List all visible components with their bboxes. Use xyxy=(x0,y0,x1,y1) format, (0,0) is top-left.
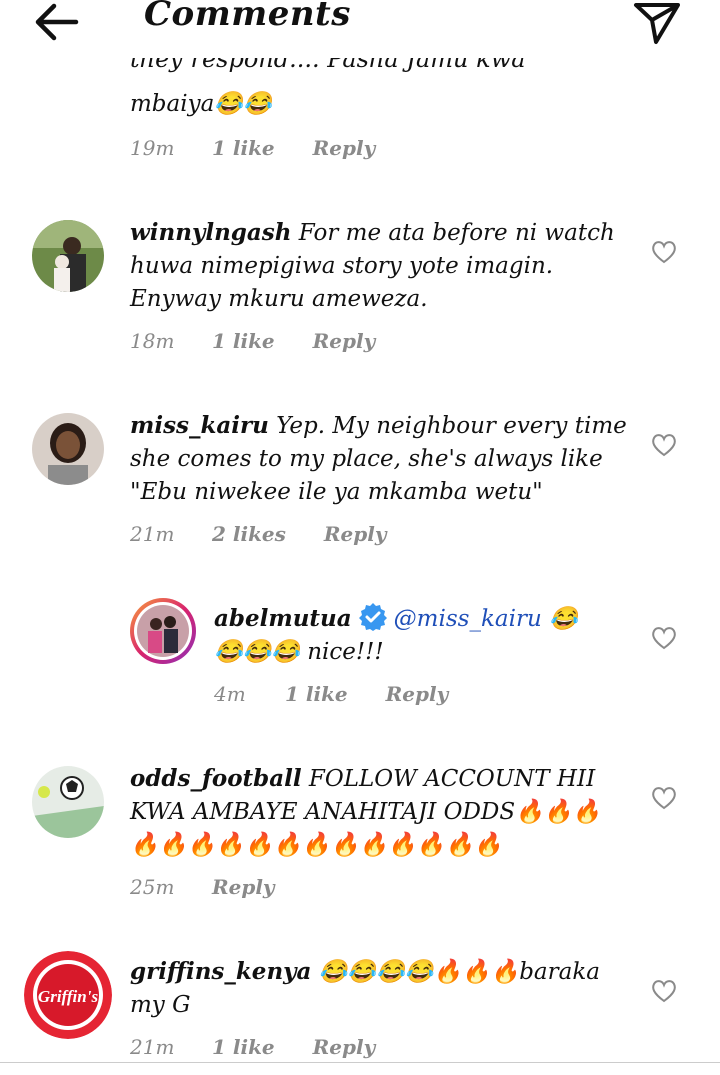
comment-likes[interactable]: 1 like xyxy=(212,1035,275,1059)
reply-button[interactable]: Reply xyxy=(313,329,376,353)
clipped-comment-partial: they respond.... Pasha Jamu kwa kiptin..… xyxy=(130,58,526,73)
comment-meta: 4m 1 like Reply xyxy=(214,682,448,706)
comment-time: 21m xyxy=(130,522,175,546)
comment-text: mbaiya😂😂 xyxy=(130,88,630,121)
avatar-photo xyxy=(32,220,104,292)
comment-meta: 21m 2 likes Reply xyxy=(130,522,386,546)
comment-likes[interactable]: 1 like xyxy=(212,329,275,353)
reply-button[interactable]: Reply xyxy=(386,682,449,706)
comment-meta: 19m 1 like Reply xyxy=(130,136,375,160)
avatar-photo xyxy=(134,602,192,660)
comment-likes[interactable]: 2 likes xyxy=(212,522,286,546)
comment-text: griffins_kenya 😂😂😂😂🔥🔥🔥baraka my G xyxy=(130,955,610,1022)
heart-icon[interactable] xyxy=(651,433,677,457)
clipped-comment-line: they respond.... Pasha Jamu kwa kiptin..… xyxy=(130,58,600,74)
comment-meta: 18m 1 like Reply xyxy=(130,329,375,353)
comment-time: 21m xyxy=(130,1035,175,1059)
comment-username[interactable]: winnylngash xyxy=(130,219,291,246)
comment-text: winnylngash For me ata before ni watch h… xyxy=(130,216,630,316)
comment-text: miss_kairu Yep. My neighbour every time … xyxy=(130,409,630,509)
page-title: Comments xyxy=(144,0,351,34)
avatar[interactable] xyxy=(32,413,104,485)
heart-icon[interactable] xyxy=(651,626,677,650)
comment-body: mbaiya😂😂 xyxy=(130,91,272,117)
comment-username[interactable]: griffins_kenya xyxy=(130,958,311,985)
comment-username[interactable]: miss_kairu xyxy=(130,412,269,439)
avatar[interactable]: Griffin's xyxy=(24,951,112,1039)
comment-time: 18m xyxy=(130,329,175,353)
comment-meta: 21m 1 like Reply xyxy=(130,1035,375,1059)
griffins-logo: Griffin's xyxy=(24,951,112,1039)
comment-text: abelmutua @miss_kairu 😂😂😂😂 nice!!! xyxy=(214,602,604,669)
verified-badge-icon xyxy=(358,603,387,631)
comment-text: odds_football FOLLOW ACCOUNT HII KWA AMB… xyxy=(130,762,610,862)
story-avatar[interactable] xyxy=(130,598,196,664)
paper-plane-icon[interactable] xyxy=(630,0,684,46)
comment-time: 4m xyxy=(214,682,246,706)
comment-time: 25m xyxy=(130,875,175,899)
comment-meta: 25m Reply xyxy=(130,875,275,899)
comment-username[interactable]: odds_football xyxy=(130,765,302,792)
mention-link[interactable]: @miss_kairu xyxy=(394,606,542,632)
comment-likes[interactable]: 1 like xyxy=(212,136,275,160)
header: Comments xyxy=(0,0,720,48)
logo-text: Griffin's xyxy=(38,987,99,1006)
avatar[interactable] xyxy=(32,220,104,292)
back-arrow-icon[interactable] xyxy=(30,0,82,44)
avatar-photo xyxy=(32,413,104,485)
comment-likes[interactable]: 1 like xyxy=(285,682,348,706)
comment-username[interactable]: abelmutua xyxy=(214,605,352,632)
reply-button[interactable]: Reply xyxy=(313,136,376,160)
heart-icon[interactable] xyxy=(651,979,677,1003)
avatar[interactable] xyxy=(32,766,104,838)
reply-button[interactable]: Reply xyxy=(313,1035,376,1059)
reply-button[interactable]: Reply xyxy=(324,522,387,546)
comment-time: 19m xyxy=(130,136,175,160)
divider xyxy=(0,1062,720,1063)
avatar-photo xyxy=(32,766,104,838)
heart-icon[interactable] xyxy=(651,240,677,264)
heart-icon[interactable] xyxy=(651,786,677,810)
reply-button[interactable]: Reply xyxy=(212,875,275,899)
